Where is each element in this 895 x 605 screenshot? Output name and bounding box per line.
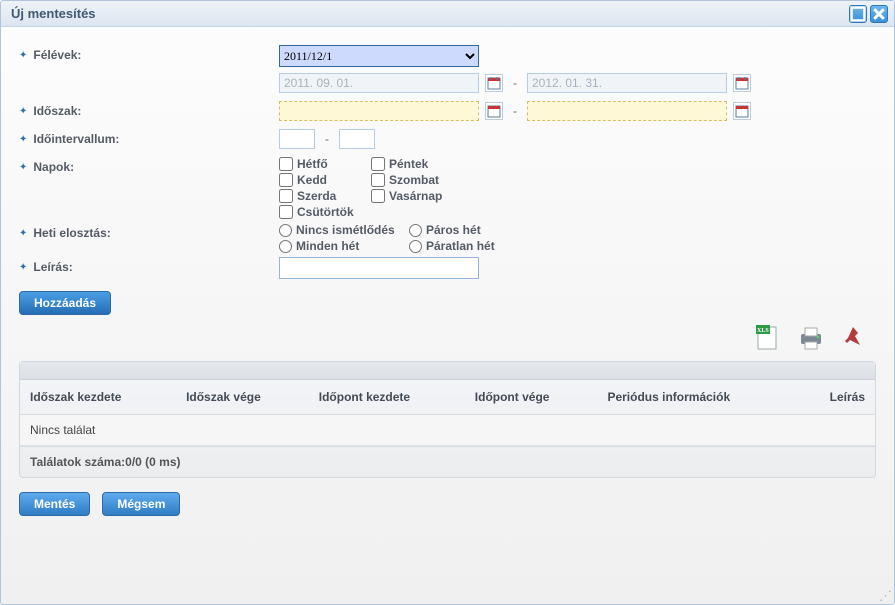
row-semester-dates: 2011. 09. 01. - 2012. 01. 31. bbox=[19, 73, 876, 97]
calendar-icon[interactable] bbox=[485, 102, 503, 120]
maximize-icon bbox=[850, 6, 866, 22]
resize-grip[interactable]: ⋰ bbox=[878, 588, 892, 602]
grid-toolbar bbox=[20, 362, 875, 380]
label-period-text: Időszak: bbox=[33, 104, 81, 118]
bullet-icon: ✦ bbox=[19, 50, 27, 61]
date-separator: - bbox=[509, 104, 521, 118]
interval-from-input[interactable] bbox=[279, 129, 315, 149]
pin-icon[interactable] bbox=[838, 323, 868, 353]
label-semesters-text: Félévek: bbox=[33, 48, 81, 62]
label-interval-text: Időintervallum: bbox=[33, 132, 119, 146]
row-semesters: ✦ Félévek: 2011/12/1 bbox=[19, 45, 876, 69]
label-wednesday: Szerda bbox=[297, 189, 336, 203]
col-period-start[interactable]: Időszak kezdete bbox=[20, 380, 176, 415]
results-grid: Időszak kezdete Időszak vége Időpont kez… bbox=[19, 361, 876, 478]
bullet-icon: ✦ bbox=[19, 262, 27, 273]
titlebar: Új mentesítés bbox=[1, 1, 894, 27]
label-friday: Péntek bbox=[389, 157, 428, 171]
row-weekly: ✦ Heti elosztás: Nincs ismétlődés Páros … bbox=[19, 223, 876, 253]
interval-separator: - bbox=[321, 132, 333, 146]
radio-even-week[interactable] bbox=[409, 224, 422, 237]
label-thursday: Csütörtök bbox=[297, 205, 354, 219]
bullet-icon: ✦ bbox=[19, 228, 27, 239]
row-interval: ✦ Időintervallum: - bbox=[19, 129, 876, 153]
label-even-week: Páros hét bbox=[426, 223, 481, 237]
bullet-icon: ✦ bbox=[19, 106, 27, 117]
calendar-icon[interactable] bbox=[733, 102, 751, 120]
calendar-icon[interactable] bbox=[733, 74, 751, 92]
checkbox-friday[interactable] bbox=[371, 157, 385, 171]
label-days-text: Napok: bbox=[33, 160, 74, 174]
checkbox-wednesday[interactable] bbox=[279, 189, 293, 203]
row-days: ✦ Napok: Hétfő Péntek Kedd Szombat Szerd… bbox=[19, 157, 876, 219]
results-table: Időszak kezdete Időszak vége Időpont kez… bbox=[20, 380, 875, 446]
maximize-button[interactable] bbox=[849, 5, 867, 23]
close-icon bbox=[871, 6, 887, 22]
bullet-icon: ✦ bbox=[19, 162, 27, 173]
dialog-window: Új mentesítés ✦ Félévek: 2011/12/1 bbox=[0, 0, 895, 605]
window-title: Új mentesítés bbox=[11, 6, 96, 21]
label-monday: Hétfő bbox=[297, 157, 328, 171]
interval-to-input[interactable] bbox=[339, 129, 375, 149]
period-end-input[interactable] bbox=[527, 101, 727, 121]
semester-end-date: 2012. 01. 31. bbox=[527, 73, 727, 93]
label-no-repeat: Nincs ismétlődés bbox=[296, 223, 395, 237]
description-input[interactable] bbox=[279, 257, 479, 279]
radio-every-week[interactable] bbox=[279, 240, 292, 253]
close-button[interactable] bbox=[870, 5, 888, 23]
save-button[interactable]: Mentés bbox=[19, 492, 90, 516]
col-time-start[interactable]: Időpont kezdete bbox=[309, 380, 465, 415]
calendar-icon[interactable] bbox=[485, 74, 503, 92]
semester-start-date: 2011. 09. 01. bbox=[279, 73, 479, 93]
label-sunday: Vasárnap bbox=[389, 189, 442, 203]
checkbox-saturday[interactable] bbox=[371, 173, 385, 187]
col-period-end[interactable]: Időszak vége bbox=[176, 380, 309, 415]
empty-text: Nincs találat bbox=[20, 415, 875, 446]
label-weekly-text: Heti elosztás: bbox=[33, 226, 110, 240]
checkbox-tuesday[interactable] bbox=[279, 173, 293, 187]
checkbox-thursday[interactable] bbox=[279, 205, 293, 219]
row-period: ✦ Időszak: - bbox=[19, 101, 876, 125]
label-every-week: Minden hét bbox=[296, 239, 359, 253]
print-icon[interactable] bbox=[796, 323, 826, 353]
bottom-buttons: Mentés Mégsem bbox=[19, 486, 876, 516]
table-row-empty: Nincs találat bbox=[20, 415, 875, 446]
radio-no-repeat[interactable] bbox=[279, 224, 292, 237]
col-description[interactable]: Leírás bbox=[797, 380, 875, 415]
col-time-end[interactable]: Időpont vége bbox=[465, 380, 598, 415]
table-header-row: Időszak kezdete Időszak vége Időpont kez… bbox=[20, 380, 875, 415]
row-description: ✦ Leírás: bbox=[19, 257, 876, 281]
svg-text:XLS: XLS bbox=[757, 328, 769, 334]
export-xls-icon[interactable]: XLS bbox=[754, 323, 784, 353]
cancel-button[interactable]: Mégsem bbox=[102, 492, 180, 516]
label-saturday: Szombat bbox=[389, 173, 439, 187]
window-buttons bbox=[849, 5, 888, 23]
grid-action-icons: XLS bbox=[19, 315, 876, 359]
checkbox-monday[interactable] bbox=[279, 157, 293, 171]
radio-odd-week[interactable] bbox=[409, 240, 422, 253]
label-odd-week: Páratlan hét bbox=[426, 239, 495, 253]
bullet-icon: ✦ bbox=[19, 134, 27, 145]
period-start-input[interactable] bbox=[279, 101, 479, 121]
label-tuesday: Kedd bbox=[297, 173, 327, 187]
label-semesters: ✦ Félévek: bbox=[19, 45, 279, 62]
add-button[interactable]: Hozzáadás bbox=[19, 291, 111, 315]
content-area: ✦ Félévek: 2011/12/1 2011. 09. 01. - 201… bbox=[1, 27, 894, 526]
checkbox-sunday[interactable] bbox=[371, 189, 385, 203]
grid-footer: Találatok száma:0/0 (0 ms) bbox=[20, 446, 875, 477]
date-separator: - bbox=[509, 76, 521, 90]
col-period-info[interactable]: Periódus információk bbox=[597, 380, 797, 415]
semester-select[interactable]: 2011/12/1 bbox=[279, 45, 479, 67]
label-description-text: Leírás: bbox=[33, 260, 72, 274]
